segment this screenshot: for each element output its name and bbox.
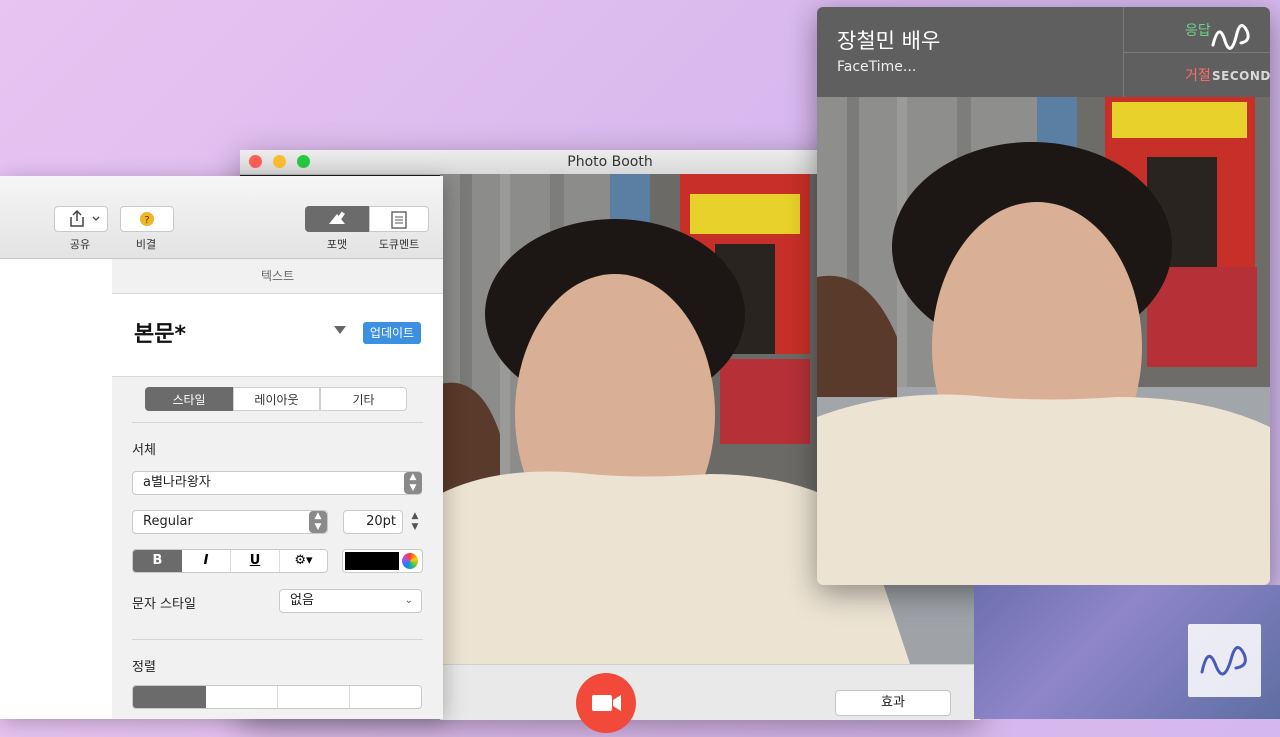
- font-family-chevron-icon[interactable]: ▲ ▼: [404, 472, 422, 494]
- caller-name: 장철민 배우: [837, 29, 941, 53]
- divider: [132, 422, 423, 423]
- facetime-incoming-call: 장철민 배우 FaceTime... 응답 거절 SECONDS: [817, 7, 1270, 585]
- photo-booth-controls: 효과: [440, 664, 980, 733]
- text-color-swatch: [345, 552, 399, 570]
- seconds-logo-icon: [1211, 24, 1250, 50]
- tips-button[interactable]: ?: [120, 206, 174, 232]
- share-button[interactable]: [54, 206, 108, 232]
- font-size-input[interactable]: 20pt: [343, 510, 403, 534]
- video-camera-icon: [592, 695, 621, 711]
- divider: [132, 639, 423, 640]
- typeface-select[interactable]: Regular: [132, 510, 328, 534]
- chevron-down-icon: ⌄: [404, 595, 413, 606]
- format-inspector: 텍스트 본문* 업데이트 스타일 레이아웃 기타 서체 a별나라왕자 ▲ ▼ Re…: [112, 259, 443, 719]
- tab-more[interactable]: 기타: [320, 387, 407, 411]
- typeface-value: Regular: [143, 514, 193, 529]
- decline-call-button[interactable]: 거절: [1185, 65, 1211, 85]
- align-justify-button[interactable]: [350, 686, 421, 708]
- format-label: 포맷: [326, 238, 348, 251]
- document-canvas[interactable]: [0, 259, 113, 719]
- facetime-video: [817, 97, 1270, 585]
- char-style-select[interactable]: 없음 ⌄: [279, 589, 422, 613]
- share-label: 공유: [69, 238, 91, 251]
- color-wheel-icon[interactable]: [402, 553, 418, 569]
- paragraph-style-name[interactable]: 본문*: [134, 316, 186, 348]
- font-size-value: 20pt: [366, 514, 396, 529]
- inspector-tabs: 스타일 레이아웃 기타: [145, 387, 407, 411]
- align-right-button[interactable]: [278, 686, 350, 708]
- tab-style[interactable]: 스타일: [145, 387, 233, 411]
- record-video-button[interactable]: [576, 673, 636, 733]
- call-status: FaceTime...: [837, 59, 917, 75]
- underline-button[interactable]: U: [231, 550, 280, 572]
- italic-button[interactable]: I: [182, 550, 231, 572]
- style-dropdown-icon[interactable]: [334, 326, 346, 334]
- watermark-text: SECONDS: [1212, 69, 1270, 83]
- font-family-select[interactable]: a별나라왕자: [132, 471, 422, 495]
- document-button[interactable]: [369, 206, 429, 232]
- inspector-header: 텍스트: [112, 259, 443, 294]
- align-left-button[interactable]: [133, 686, 206, 708]
- pages-toolbar: 공유 ? 비결 포맷 도큐멘트: [0, 176, 443, 259]
- bold-button[interactable]: B: [133, 550, 182, 572]
- channel-logo: [1188, 624, 1261, 697]
- facetime-video-image: [817, 97, 1270, 585]
- paintbrush-icon: [329, 211, 345, 224]
- text-options-gear-icon[interactable]: ⚙▾: [280, 550, 327, 572]
- text-color-well[interactable]: [342, 549, 423, 573]
- font-family-value: a별나라왕자: [143, 475, 211, 490]
- effects-button[interactable]: 효과: [835, 690, 951, 716]
- update-style-button[interactable]: 업데이트: [363, 322, 421, 344]
- font-size-stepper-icon[interactable]: ▲ ▼: [408, 511, 422, 533]
- tips-icon: ?: [140, 212, 154, 226]
- char-style-label: 문자 스타일: [132, 597, 196, 612]
- align-center-button[interactable]: [206, 686, 278, 708]
- text-style-buttons: B I U ⚙▾: [132, 549, 328, 573]
- format-button[interactable]: [305, 206, 369, 232]
- char-style-value: 없음: [290, 593, 314, 608]
- svg-text:?: ?: [144, 215, 149, 226]
- pages-window: 공유 ? 비결 포맷 도큐멘트 텍스트 본문* 업데이트 스타일 레이아웃 기타…: [0, 176, 443, 719]
- typeface-chevron-icon[interactable]: ▲ ▼: [309, 511, 327, 533]
- tips-label: 비결: [135, 238, 157, 251]
- tab-layout[interactable]: 레이아웃: [233, 387, 320, 411]
- alignment-buttons: [132, 685, 422, 709]
- document-icon: [391, 211, 407, 229]
- document-label: 도큐멘트: [378, 238, 420, 251]
- alignment-section-label: 정렬: [132, 660, 156, 675]
- facetime-banner: 장철민 배우 FaceTime... 응답 거절 SECONDS: [817, 7, 1270, 97]
- paragraph-style-section: 본문* 업데이트: [112, 294, 443, 377]
- font-section-label: 서체: [132, 443, 156, 458]
- seconds-logo-icon: [1200, 646, 1247, 676]
- share-icon: [70, 209, 100, 227]
